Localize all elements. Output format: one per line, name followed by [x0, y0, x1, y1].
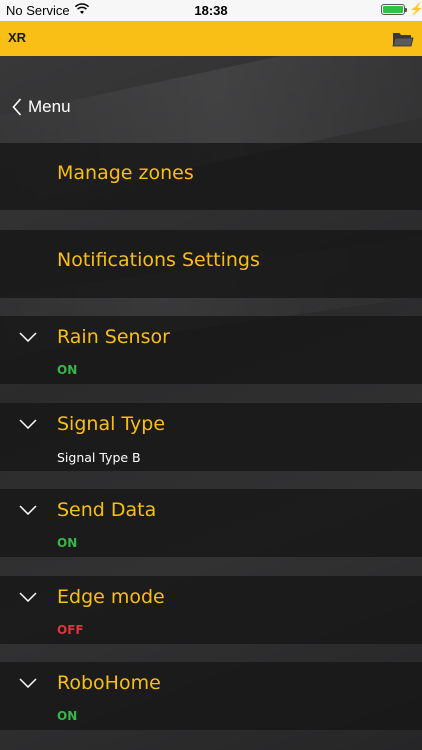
setting-robohome[interactable]: RoboHome ON	[0, 662, 422, 730]
battery-icon	[381, 4, 407, 15]
chevron-down-icon	[19, 332, 37, 342]
setting-edge-mode[interactable]: Edge mode OFF	[0, 576, 422, 644]
back-label: Menu	[28, 97, 71, 116]
chevron-down-icon	[19, 505, 37, 515]
chevron-down-icon	[19, 419, 37, 429]
folder-icon[interactable]	[392, 30, 414, 48]
setting-rain-sensor[interactable]: Rain Sensor ON	[0, 316, 422, 384]
setting-label: Edge mode	[57, 586, 165, 608]
chevron-left-icon	[12, 98, 22, 116]
setting-value: ON	[57, 363, 78, 377]
back-button[interactable]: Menu	[12, 92, 71, 122]
menu-item-manage-zones[interactable]: Manage zones	[0, 143, 422, 210]
menu-item-label: Manage zones	[57, 162, 194, 184]
setting-label: Rain Sensor	[57, 326, 170, 348]
setting-value: ON	[57, 536, 78, 550]
setting-send-data[interactable]: Send Data ON	[0, 489, 422, 557]
setting-label: RoboHome	[57, 672, 161, 694]
chevron-down-icon	[19, 678, 37, 688]
clock: 18:38	[194, 3, 228, 18]
setting-signal-type[interactable]: Signal Type Signal Type B	[0, 403, 422, 471]
setting-value: OFF	[57, 623, 84, 637]
setting-label: Send Data	[57, 499, 157, 521]
app-bar: XR	[0, 21, 422, 56]
menu-item-notifications-settings[interactable]: Notifications Settings	[0, 230, 422, 298]
charging-icon: ⚡	[409, 2, 422, 16]
status-bar: No Service 18:38 ⚡	[0, 0, 422, 21]
app-title: XR	[8, 30, 27, 45]
chevron-down-icon	[19, 592, 37, 602]
setting-value: Signal Type B	[57, 450, 141, 465]
menu-item-label: Notifications Settings	[57, 249, 260, 271]
setting-label: Signal Type	[57, 413, 166, 435]
setting-value: ON	[57, 709, 78, 723]
